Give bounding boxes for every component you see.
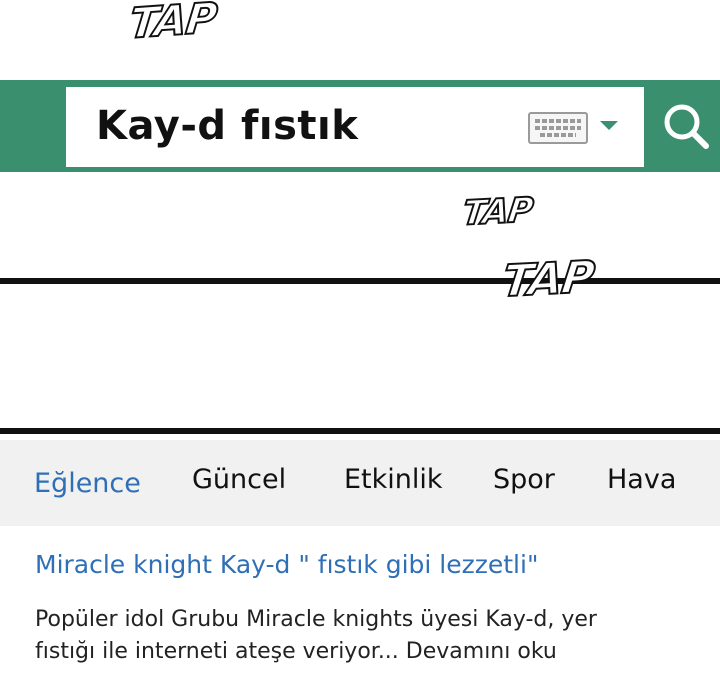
chevron-down-icon[interactable] [600, 121, 618, 130]
article-snippet-line[interactable]: fıstığı ile interneti ateşe veriyor... D… [35, 636, 685, 668]
sfx-tap-right: TAP [499, 251, 598, 309]
tab-guncel[interactable]: Güncel [192, 464, 286, 495]
search-query[interactable]: Kay-d fıstık [96, 103, 358, 149]
sfx-tap-middle: TAP [459, 189, 535, 235]
sfx-tap-top: TAP [126, 0, 220, 49]
search-icon [664, 104, 709, 149]
article-snippet-line: Popüler idol Grubu Miracle knights üyesi… [35, 607, 597, 632]
comic-panel: TAP Kay-d fıstık TAP TAP Eğlence Güncel … [0, 0, 720, 700]
search-bar: Kay-d fıstık [0, 80, 720, 172]
search-button[interactable] [648, 84, 720, 168]
panel-border-bottom [0, 428, 720, 434]
tab-etkinlik[interactable]: Etkinlik [344, 464, 443, 495]
keyboard-icon[interactable] [528, 112, 588, 144]
tab-eglence[interactable]: Eğlence [34, 468, 141, 499]
article-snippet: Popüler idol Grubu Miracle knights üyesi… [35, 604, 685, 668]
category-tabs: Eğlence Güncel Etkinlik Spor Hava [0, 440, 720, 526]
tab-spor[interactable]: Spor [493, 464, 555, 495]
tab-hava[interactable]: Hava [607, 464, 676, 495]
article-title-link[interactable]: Miracle knight Kay-d " fıstık gibi lezze… [35, 550, 538, 579]
panel-border-top [0, 278, 720, 284]
search-input[interactable]: Kay-d fıstık [66, 87, 644, 167]
